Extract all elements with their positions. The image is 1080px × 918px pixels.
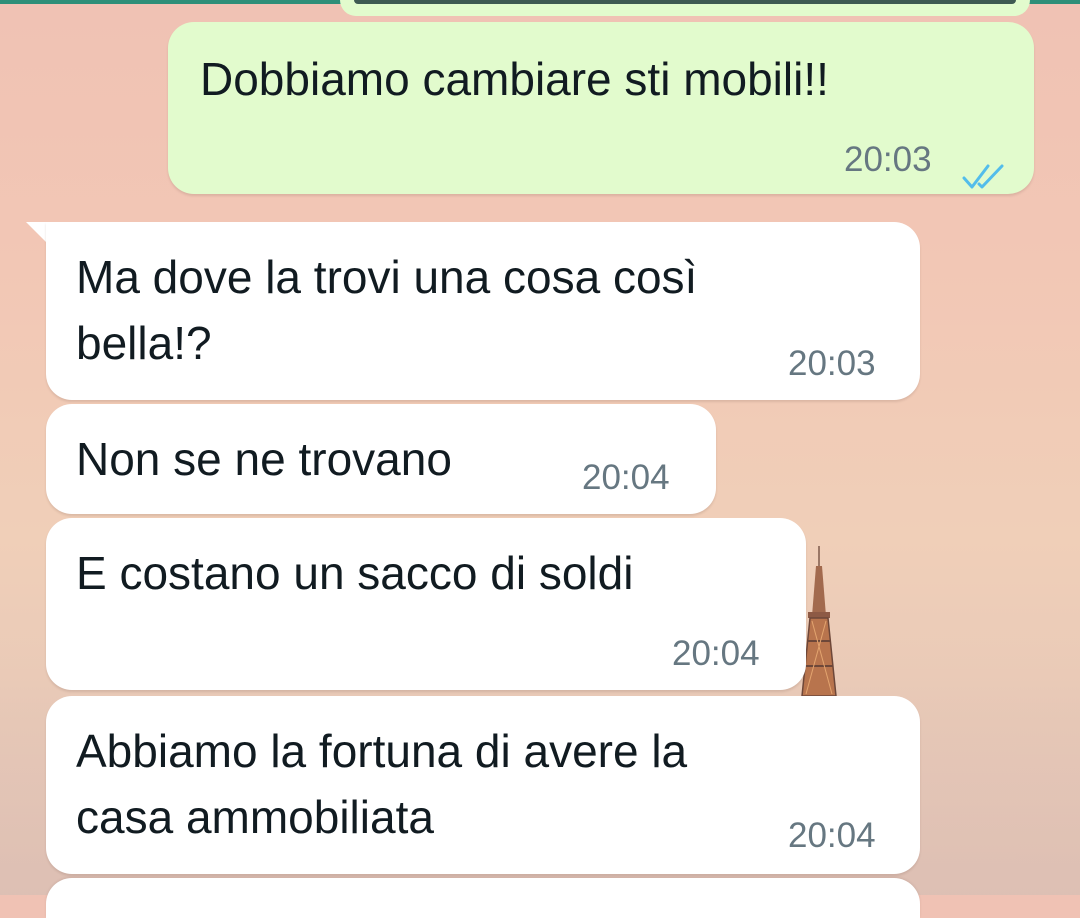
message-bubble-incoming[interactable]: Ma dove la trovi una cosa così bella!? 2…: [46, 222, 920, 400]
message-bubble-incoming[interactable]: E costano un sacco di soldi 20:04: [46, 518, 806, 690]
previous-image-edge: [354, 0, 1016, 4]
message-text: bella!?: [76, 317, 212, 369]
message-time: 20:03: [844, 140, 932, 179]
message-bubble-incoming[interactable]: Non se ne trovano 20:04: [46, 404, 716, 514]
message-text: Dobbiamo cambiare sti mobili!!: [200, 53, 829, 105]
message-text: casa ammobiliata: [76, 791, 434, 843]
message-text: Ma dove la trovi una cosa così: [76, 251, 698, 303]
message-bubble-incoming[interactable]: Abbiamo la fortuna di avere la casa ammo…: [46, 696, 920, 874]
message-bubble-outgoing[interactable]: Dobbiamo cambiare sti mobili!! 20:03: [168, 22, 1034, 194]
message-time: 20:03: [788, 344, 876, 383]
message-time: 20:04: [672, 634, 760, 673]
message-text: Abbiamo la fortuna di avere la: [76, 725, 688, 777]
next-message-bubble[interactable]: [46, 878, 920, 918]
message-text: Non se ne trovano: [76, 433, 452, 485]
message-time: 20:04: [582, 458, 670, 497]
double-check-icon: [962, 164, 1004, 189]
previous-message-bubble[interactable]: [340, 0, 1030, 16]
message-text: E costano un sacco di soldi: [76, 547, 634, 599]
message-time: 20:04: [788, 816, 876, 855]
